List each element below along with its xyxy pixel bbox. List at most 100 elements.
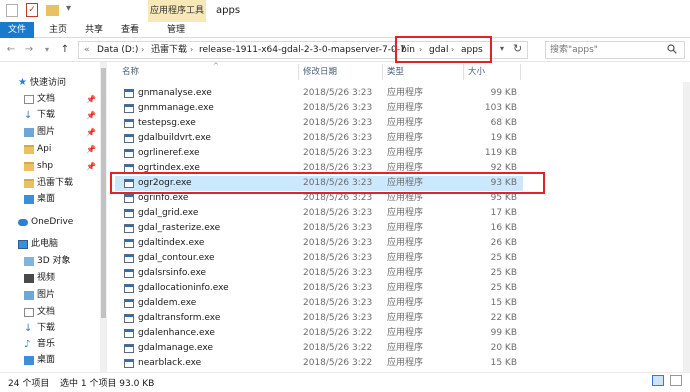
nav-item-pc-downloads[interactable]: ↓ 下载: [0, 321, 108, 336]
file-row[interactable]: gdal_rasterize.exe 2018/5/26 3:23 应用程序 16 K…: [115, 221, 523, 236]
pin-icon[interactable]: 📌: [86, 108, 96, 123]
column-size[interactable]: 大小: [468, 62, 485, 82]
nav-item-pc-pictures[interactable]: 图片: [0, 288, 108, 303]
tab-file[interactable]: 文件: [0, 22, 34, 38]
search-input[interactable]: [545, 41, 685, 59]
window-title: apps: [216, 5, 241, 16]
nav-item-desktop[interactable]: 桌面: [0, 192, 108, 207]
up-arrow-icon[interactable]: ↑: [58, 43, 72, 57]
file-list-scrollbar[interactable]: [683, 82, 690, 372]
column-divider[interactable]: [463, 64, 464, 80]
file-date: 2018/5/26 3:23: [303, 223, 373, 233]
large-icons-view-icon[interactable]: [670, 375, 682, 386]
column-divider[interactable]: [520, 64, 521, 80]
file-size: 22 KB: [490, 313, 517, 323]
file-size: 25 KB: [490, 268, 517, 278]
nav-item-music[interactable]: ♪ 音乐: [0, 337, 108, 352]
nav-label: 文档: [37, 94, 56, 104]
quick-access-dropdown-icon[interactable]: ▾: [66, 3, 71, 14]
nav-onedrive[interactable]: OneDrive: [0, 215, 108, 230]
breadcrumb-data-drive[interactable]: Data (D:): [97, 41, 138, 59]
file-row[interactable]: gdaltransform.exe 2018/5/26 3:23 应用程序 22 KB: [115, 311, 523, 326]
properties-icon[interactable]: ✓: [26, 3, 38, 17]
nav-label: 桌面: [37, 194, 56, 204]
nav-this-pc[interactable]: 此电脑: [0, 237, 108, 252]
context-tab-app-tools[interactable]: 应用程序工具: [148, 0, 206, 22]
file-row[interactable]: gdaldem.exe 2018/5/26 3:23 应用程序 15 KB: [115, 296, 523, 311]
new-folder-icon[interactable]: [46, 5, 59, 16]
file-size: 16 KB: [490, 223, 517, 233]
file-row[interactable]: ogrlineref.exe 2018/5/26 3:23 应用程序 119 KB: [115, 146, 523, 161]
nav-item-3d[interactable]: 3D 对象: [0, 254, 108, 269]
nav-item-xunlei[interactable]: 迅雷下载: [0, 176, 108, 191]
file-name: gnmanalyse.exe: [138, 88, 212, 98]
search-icon[interactable]: [667, 44, 677, 54]
file-row[interactable]: gdalenhance.exe 2018/5/26 3:22 应用程序 99 KB: [115, 326, 523, 341]
pin-icon[interactable]: 📌: [86, 159, 96, 174]
nav-item-shp[interactable]: shp 📌: [0, 159, 108, 174]
chevron-right-icon[interactable]: ›: [141, 41, 144, 59]
column-type[interactable]: 类型: [387, 62, 404, 82]
tab-view[interactable]: 查看: [116, 22, 144, 38]
pin-icon[interactable]: 📌: [86, 142, 96, 157]
chevron-right-icon[interactable]: ›: [391, 41, 394, 59]
nav-item-pc-docs[interactable]: 文档: [0, 305, 108, 320]
column-divider[interactable]: [382, 64, 383, 80]
file-row[interactable]: gdalbuildvrt.exe 2018/5/26 3:23 应用程序 19 KB: [115, 131, 523, 146]
column-name[interactable]: 名称: [122, 62, 139, 82]
nav-label: 音乐: [37, 339, 56, 349]
window-icon[interactable]: [6, 4, 18, 17]
details-view-icon[interactable]: [652, 375, 664, 386]
file-date: 2018/5/26 3:23: [303, 103, 373, 113]
column-divider[interactable]: [298, 64, 299, 80]
file-row[interactable]: gdalsrsinfo.exe 2018/5/26 3:23 应用程序 25 KB: [115, 266, 523, 281]
address-overflow-icon[interactable]: «: [84, 41, 90, 59]
tab-share[interactable]: 共享: [80, 22, 108, 38]
recent-locations-icon[interactable]: ▾: [40, 43, 54, 57]
forward-arrow-icon[interactable]: →: [22, 43, 36, 57]
nav-item-pc-desktop[interactable]: 桌面: [0, 353, 108, 368]
file-row[interactable]: nearblack.exe 2018/5/26 3:22 应用程序 15 KB: [115, 356, 523, 371]
file-row[interactable]: testepsg.exe 2018/5/26 3:23 应用程序 68 KB: [115, 116, 523, 131]
nav-item-api[interactable]: Api 📌: [0, 142, 108, 157]
pin-icon[interactable]: 📌: [86, 92, 96, 107]
document-icon: [24, 308, 34, 317]
file-row[interactable]: gnmmanage.exe 2018/5/26 3:23 应用程序 103 KB: [115, 101, 523, 116]
file-name: nearblack.exe: [138, 358, 202, 368]
exe-file-icon: [124, 239, 134, 248]
tab-home[interactable]: 主页: [44, 22, 72, 38]
refresh-icon[interactable]: ↻: [513, 42, 522, 55]
computer-icon: [18, 240, 28, 249]
tab-manage[interactable]: 管理: [162, 22, 190, 38]
column-date[interactable]: 修改日期: [303, 62, 337, 82]
desktop-icon: [24, 195, 34, 204]
exe-file-icon: [124, 314, 134, 323]
breadcrumb-release[interactable]: release-1911-x64-gdal-2-3-0-mapserver-7-…: [199, 41, 406, 59]
exe-file-icon: [124, 254, 134, 263]
nav-quick-access[interactable]: ★ 快速访问: [0, 76, 108, 91]
nav-item-docs[interactable]: 文档 📌: [0, 92, 108, 107]
nav-label: 迅雷下载: [37, 178, 74, 188]
nav-item-downloads[interactable]: ↓ 下载 📌: [0, 108, 108, 123]
file-type: 应用程序: [387, 148, 424, 158]
file-row[interactable]: gdal_contour.exe 2018/5/26 3:23 应用程序 25 KB: [115, 251, 523, 266]
exe-file-icon: [124, 284, 134, 293]
nav-label: 图片: [37, 127, 56, 137]
chevron-right-icon[interactable]: ›: [190, 41, 193, 59]
breadcrumb-xunlei[interactable]: 迅雷下载: [151, 41, 187, 59]
file-row[interactable]: gdal_grid.exe 2018/5/26 3:23 应用程序 17 KB: [115, 206, 523, 221]
pictures-icon: [24, 291, 34, 300]
pin-icon[interactable]: 📌: [86, 125, 96, 140]
nav-item-pictures[interactable]: 图片 📌: [0, 125, 108, 140]
nav-scrollbar-thumb[interactable]: [101, 68, 106, 318]
file-row[interactable]: gnmanalyse.exe 2018/5/26 3:23 应用程序 99 KB: [115, 86, 523, 101]
nav-label: 视频: [37, 273, 56, 283]
file-row[interactable]: gdalmanage.exe 2018/5/26 3:22 应用程序 20 KB: [115, 341, 523, 356]
nav-item-videos[interactable]: 视频: [0, 271, 108, 286]
back-arrow-icon[interactable]: ←: [4, 43, 18, 57]
file-row[interactable]: gdaltindex.exe 2018/5/26 3:23 应用程序 26 KB: [115, 236, 523, 251]
file-type: 应用程序: [387, 133, 424, 143]
address-dropdown-icon[interactable]: ▾: [500, 44, 504, 53]
file-row[interactable]: gdallocationinfo.exe 2018/5/26 3:23 应用程序 25…: [115, 281, 523, 296]
file-size: 25 KB: [490, 283, 517, 293]
